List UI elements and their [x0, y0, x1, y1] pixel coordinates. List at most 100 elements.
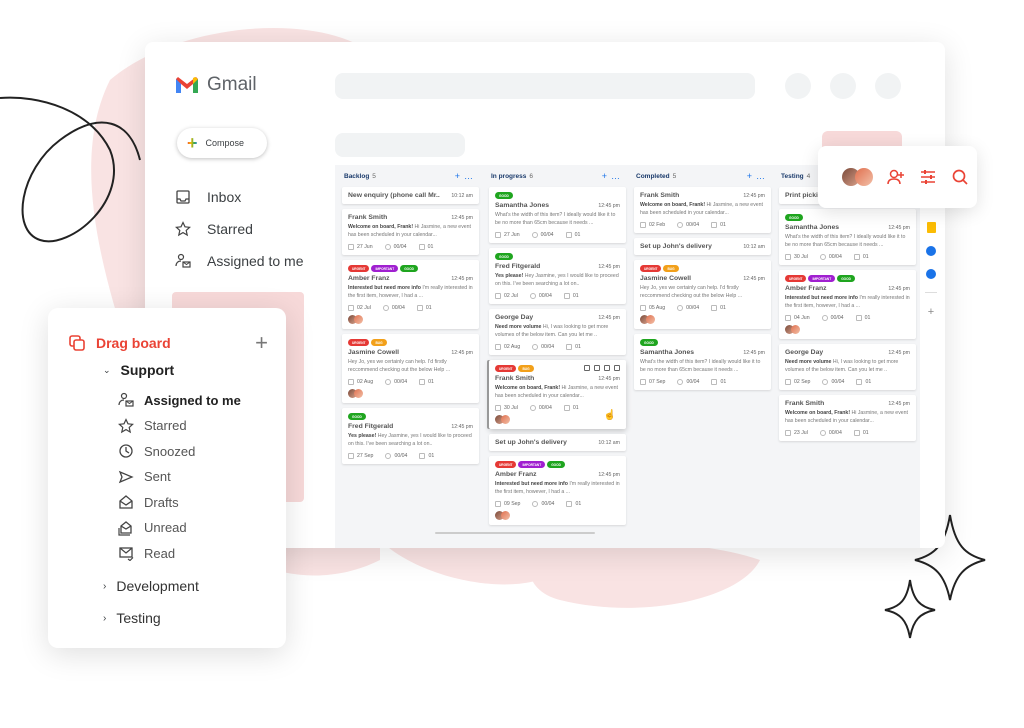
- header-button[interactable]: [785, 73, 811, 99]
- avatar-group[interactable]: [842, 168, 873, 186]
- tag-list: Good: [640, 339, 765, 346]
- add-addon-icon[interactable]: +: [928, 306, 934, 318]
- email-card[interactable]: Set up John's delivery 10:12 am: [634, 238, 771, 255]
- contacts-icon[interactable]: [926, 269, 936, 279]
- attachment-icon: [565, 232, 572, 238]
- email-card[interactable]: New enquiry (phone call Mr.. 10:12 am: [342, 187, 479, 204]
- panel-item-sent[interactable]: Sent: [118, 469, 171, 485]
- search-bar[interactable]: [335, 73, 755, 99]
- assignee-avatars[interactable]: [640, 315, 765, 324]
- nav-label: Starred: [207, 221, 253, 237]
- delete-icon[interactable]: [594, 365, 600, 371]
- card-meta: 02 Sep 00/04 01: [785, 379, 910, 385]
- panel-item-assigned-to-me[interactable]: Assigned to me: [118, 392, 241, 408]
- compose-label: Compose: [205, 138, 245, 148]
- email-card[interactable]: Urgent Important Good Amber Franz 12:45 pm In…: [489, 456, 626, 525]
- card-title: Amber Franz: [495, 471, 537, 478]
- group-testing[interactable]: › Testing: [103, 610, 161, 626]
- column-actions[interactable]: +…: [747, 171, 769, 181]
- panel-item-unread[interactable]: Unread: [118, 520, 187, 536]
- card-title: Jasmine Cowell: [348, 349, 399, 356]
- item-label: Starred: [144, 418, 187, 433]
- email-card[interactable]: Urgent Bug Jasmine Cowell 12:45 pm Hey Jo, y…: [342, 334, 479, 403]
- panel-item-drafts[interactable]: Drafts: [118, 494, 179, 510]
- group-support[interactable]: ⌄ Support: [103, 362, 174, 378]
- preview-text: Hey Jo, yes we certainly can help. I'd f…: [348, 359, 451, 373]
- column-header: Backlog 5 +…: [340, 165, 481, 187]
- tag-urgent: Urgent: [785, 275, 807, 282]
- assignee-avatars[interactable]: [495, 415, 620, 424]
- calendar-icon: [640, 379, 646, 385]
- group-development[interactable]: › Development: [103, 578, 199, 594]
- horizontal-scrollbar[interactable]: [435, 532, 595, 534]
- drag-board-header[interactable]: Drag board +: [68, 330, 268, 356]
- email-card[interactable]: Urgent Important Good Amber Franz 12:45 pm In…: [342, 260, 479, 329]
- column-actions[interactable]: +…: [455, 171, 477, 181]
- email-card[interactable]: George Day 12:45 pm Need more volume Hi, I…: [779, 344, 916, 390]
- compose-button[interactable]: + Compose: [177, 128, 267, 158]
- assignee-avatars[interactable]: [495, 511, 620, 520]
- email-card[interactable]: Good Samantha Jones 12:45 pm What's the wid…: [634, 334, 771, 390]
- email-card[interactable]: Good Samantha Jones 12:45 pm What's the wid…: [489, 187, 626, 243]
- column-count: 4: [806, 172, 811, 180]
- keep-icon[interactable]: [926, 222, 936, 233]
- card-title: Frank Smith: [495, 375, 535, 382]
- select-checkbox[interactable]: [614, 365, 620, 371]
- email-card[interactable]: Urgent Important Good Amber Franz 12:45 pm In…: [779, 270, 916, 339]
- tag-bug: Bug: [518, 365, 534, 372]
- add-board-button[interactable]: +: [255, 330, 268, 356]
- checklist-count: 00/04: [830, 315, 844, 321]
- calendar-icon: [495, 501, 501, 507]
- filter-sliders-icon[interactable]: [919, 168, 937, 186]
- email-card[interactable]: Set up John's delivery 10:12 am: [489, 434, 626, 451]
- archive-icon[interactable]: [604, 365, 610, 371]
- assignee-avatars[interactable]: [348, 389, 473, 398]
- email-card[interactable]: Frank Smith 12:45 pm Welcome on board, Fra…: [342, 209, 479, 255]
- group-label: Testing: [116, 610, 161, 626]
- preview-lead: Need more volume: [785, 359, 832, 365]
- column-title: Backlog: [344, 172, 370, 180]
- column-actions[interactable]: +…: [602, 171, 624, 181]
- email-card[interactable]: ☝ Urgent Bug Frank Smith 12:45 pm Welcome on …: [489, 360, 626, 429]
- email-card[interactable]: George Day 12:45 pm Need more volume Hi, I…: [489, 309, 626, 355]
- card-preview: What's the width of this item? I ideally…: [785, 233, 910, 249]
- tasks-icon[interactable]: [926, 246, 936, 256]
- move-icon[interactable]: [584, 365, 590, 371]
- email-card[interactable]: Frank Smith 12:45 pm Welcome on board, Fra…: [779, 395, 916, 441]
- email-card[interactable]: Good Samantha Jones 12:45 pm What's the wid…: [779, 209, 916, 265]
- checklist-icon: [819, 430, 826, 436]
- email-card[interactable]: Urgent Bug Jasmine Cowell 12:45 pm Hey Jo, y…: [634, 260, 771, 329]
- due-date: 02 Feb: [649, 222, 666, 228]
- attachment-icon: [711, 305, 718, 311]
- column-testing: Testing4+…Print pickingGoodSamantha Jone…: [777, 165, 918, 548]
- due-date: 30 Jul: [794, 254, 808, 260]
- checklist-count: 00/04: [686, 305, 700, 311]
- tag-bug: Bug: [663, 265, 679, 272]
- panel-item-starred[interactable]: Starred: [118, 417, 187, 434]
- checklist-icon: [532, 501, 539, 507]
- assignee-avatars[interactable]: [785, 325, 910, 334]
- panel-item-read[interactable]: Read: [118, 545, 175, 561]
- email-card[interactable]: Frank Smith 12:45 pm Welcome on board, Fra…: [634, 187, 771, 233]
- nav-item-assigned-to-me[interactable]: Assigned to me: [175, 253, 304, 269]
- email-card[interactable]: Good Fred Fitgerald 12:45 pm Yes please! He…: [489, 248, 626, 304]
- email-card[interactable]: Good Fred Fitgerald 12:45 pm Yes please! He…: [342, 408, 479, 464]
- attachment-icon: [563, 293, 570, 299]
- nav-item-inbox[interactable]: Inbox: [175, 189, 241, 205]
- add-user-icon[interactable]: [887, 168, 905, 186]
- card-time: 12:45 pm: [743, 349, 765, 356]
- header-button[interactable]: [830, 73, 856, 99]
- tag-list: Urgent Bug: [348, 339, 473, 346]
- card-preview: Yes please! Hey Jasmine, yes I would lik…: [348, 432, 473, 448]
- assignee-avatars[interactable]: [348, 315, 473, 324]
- card-preview: Welcome on board, Frank! Hi Jasmine, a n…: [640, 201, 765, 217]
- attachment-count: 01: [428, 453, 435, 459]
- search-icon[interactable]: [951, 168, 969, 186]
- calendar-icon: [348, 305, 354, 311]
- calendar-icon: [495, 344, 501, 350]
- checklist-count: 00/04: [394, 453, 408, 459]
- header-button[interactable]: [875, 73, 901, 99]
- tag-important: Important: [518, 461, 546, 468]
- panel-item-snoozed[interactable]: Snoozed: [118, 443, 195, 459]
- nav-item-starred[interactable]: Starred: [175, 221, 253, 237]
